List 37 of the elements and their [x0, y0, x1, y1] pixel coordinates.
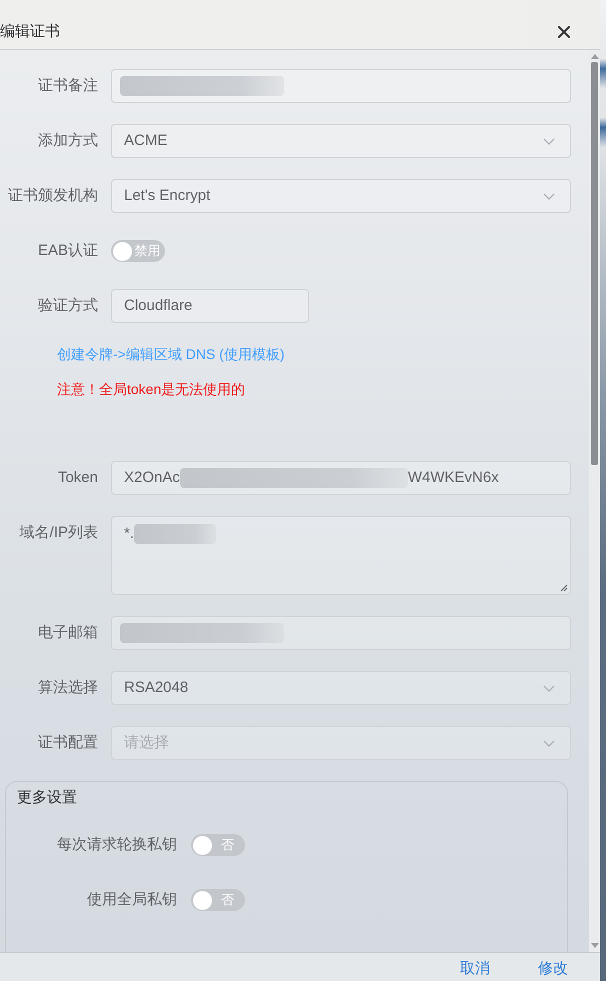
- warning-text: 注意！全局token是无法使用的: [57, 380, 246, 399]
- field-label: EAB认证: [36, 241, 99, 261]
- dialog-title: 编辑证书: [0, 22, 60, 42]
- help-link[interactable]: 创建令牌->编辑区域 DNS (使用模板): [57, 344, 284, 364]
- scrollbar-thumb[interactable]: [591, 62, 598, 465]
- field-label: 使用全局私钥: [86, 890, 178, 910]
- select-field[interactable]: ACME: [111, 124, 571, 158]
- field-label: 证书配置: [37, 733, 99, 753]
- textarea-field[interactable]: *.: [111, 516, 571, 595]
- close-icon: [558, 26, 570, 38]
- field-label: 每次请求轮换私钥: [56, 835, 178, 855]
- chevron-down-icon: [543, 740, 555, 746]
- chevron-down-icon: [543, 684, 555, 692]
- resize-handle-icon: [560, 584, 568, 592]
- select-field[interactable]: RSA2048: [111, 671, 571, 705]
- field-label: 算法选择: [37, 678, 99, 698]
- input-field[interactable]: [111, 616, 571, 650]
- select-field[interactable]: 请选择: [111, 726, 571, 760]
- card-title: 更多设置: [17, 788, 78, 808]
- field-label: 证书备注: [37, 76, 99, 96]
- scroll-down-icon[interactable]: [590, 943, 598, 948]
- footer-button[interactable]: 修改: [530, 960, 576, 978]
- field-label: Token: [56, 468, 99, 488]
- input-field[interactable]: [111, 69, 571, 103]
- field-label: 添加方式: [37, 131, 99, 151]
- field-label: 验证方式: [37, 296, 99, 316]
- field-label: 域名/IP列表: [18, 523, 99, 543]
- field-label: 电子邮箱: [37, 623, 99, 643]
- input-field[interactable]: X2OnAc W4WKEvN6x: [111, 461, 571, 495]
- footer-button[interactable]: 取消: [452, 960, 498, 978]
- select-field[interactable]: Let's Encrypt: [111, 179, 571, 213]
- chevron-down-icon: [543, 192, 555, 200]
- field-label: 证书颁发机构: [7, 186, 99, 206]
- scroll-up-icon[interactable]: [590, 54, 598, 59]
- input-field[interactable]: Cloudflare: [111, 289, 309, 323]
- close-button[interactable]: [558, 26, 570, 38]
- chevron-down-icon: [543, 138, 555, 144]
